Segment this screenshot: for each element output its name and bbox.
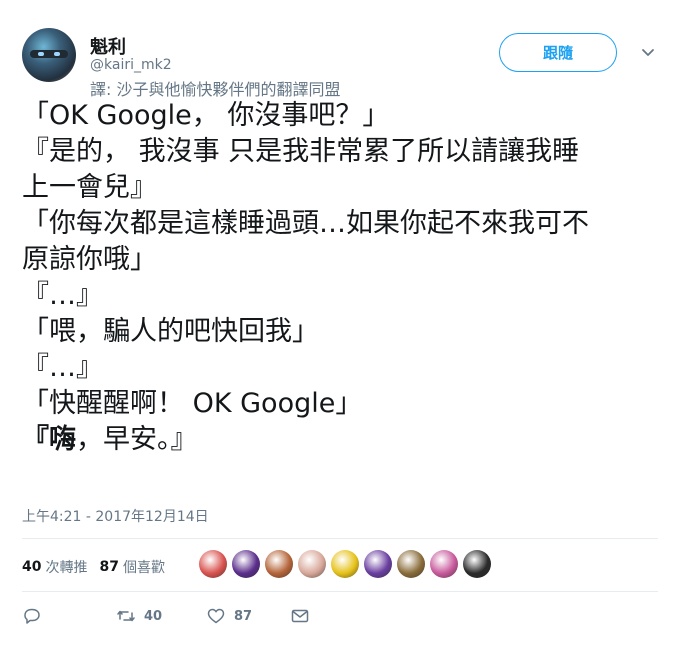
- tweet-line: 原諒你哦」: [22, 244, 157, 275]
- tweet-line: 『是的， 我沒事 只是我非常累了所以請讓我睡: [22, 136, 580, 167]
- avatar-eye-left: [38, 52, 44, 56]
- tweet-actions: 40 87: [22, 606, 310, 626]
- tweet-line: 「你每次都是這樣睡過頭…如果你起不來我可不: [22, 208, 589, 239]
- direct-message-button[interactable]: [290, 606, 310, 626]
- follow-button-label: 跟隨: [542, 44, 573, 62]
- like-button[interactable]: 87: [206, 606, 286, 626]
- tweet-line: 『…』: [22, 280, 103, 311]
- retweet-icon: [117, 610, 135, 622]
- liker-avatar[interactable]: [397, 550, 425, 578]
- liker-avatar[interactable]: [232, 550, 260, 578]
- like-count: 87: [234, 608, 253, 624]
- divider: [22, 538, 658, 539]
- tweet-line: 「OK Google， 你沒事吧？」: [22, 100, 390, 131]
- likes-count[interactable]: 87: [99, 559, 118, 575]
- liker-avatar[interactable]: [199, 550, 227, 578]
- retweet-count: 40: [144, 608, 163, 624]
- tweet-line-rest: ，早安。』: [76, 424, 198, 455]
- liker-avatar[interactable]: [463, 550, 491, 578]
- tweet-stats: 40 次轉推 87 個喜歡: [22, 557, 165, 577]
- tweet-line: 『…』: [22, 352, 103, 383]
- tweet-timestamp[interactable]: 上午4:21 - 2017年12月14日: [22, 506, 209, 526]
- tweet-line: 「快醒醒啊！ OK Google」: [22, 388, 363, 419]
- envelope-icon: [291, 609, 309, 623]
- likes-label[interactable]: 個喜歡: [123, 557, 165, 577]
- tweet-text: 「OK Google， 你沒事吧？」 『是的， 我沒事 只是我非常累了所以請讓我…: [22, 98, 662, 458]
- tweet-line-last: 『嗨，早安。』: [22, 422, 662, 458]
- tweet-line: 「喂，騙人的吧快回我」: [22, 316, 319, 347]
- tweet-bold-word: 『嗨: [22, 424, 76, 455]
- avatar[interactable]: [22, 28, 76, 82]
- heart-icon: [207, 608, 225, 624]
- tweet-line: 上一會兒』: [22, 172, 157, 203]
- reply-icon: [24, 608, 40, 624]
- user-name[interactable]: 魁利: [90, 33, 126, 59]
- liker-avatar[interactable]: [298, 550, 326, 578]
- user-handle[interactable]: @kairi_mk2: [90, 57, 172, 73]
- translation-note: 譯: 沙子與他愉快夥伴們的翻譯同盟: [90, 80, 341, 99]
- liker-avatar[interactable]: [364, 550, 392, 578]
- divider: [22, 591, 658, 592]
- retweets-label[interactable]: 次轉推: [45, 557, 87, 577]
- liker-avatar[interactable]: [430, 550, 458, 578]
- chevron-down-icon[interactable]: [640, 44, 656, 60]
- follow-button[interactable]: 跟隨: [499, 33, 617, 72]
- avatar-eye-right: [54, 52, 60, 56]
- avatar-headband: [30, 50, 68, 58]
- retweet-button[interactable]: 40: [116, 606, 196, 626]
- liker-avatar[interactable]: [331, 550, 359, 578]
- liker-avatar[interactable]: [265, 550, 293, 578]
- retweets-count[interactable]: 40: [22, 559, 41, 575]
- likers-avatars: [199, 550, 496, 578]
- reply-button[interactable]: [22, 606, 102, 626]
